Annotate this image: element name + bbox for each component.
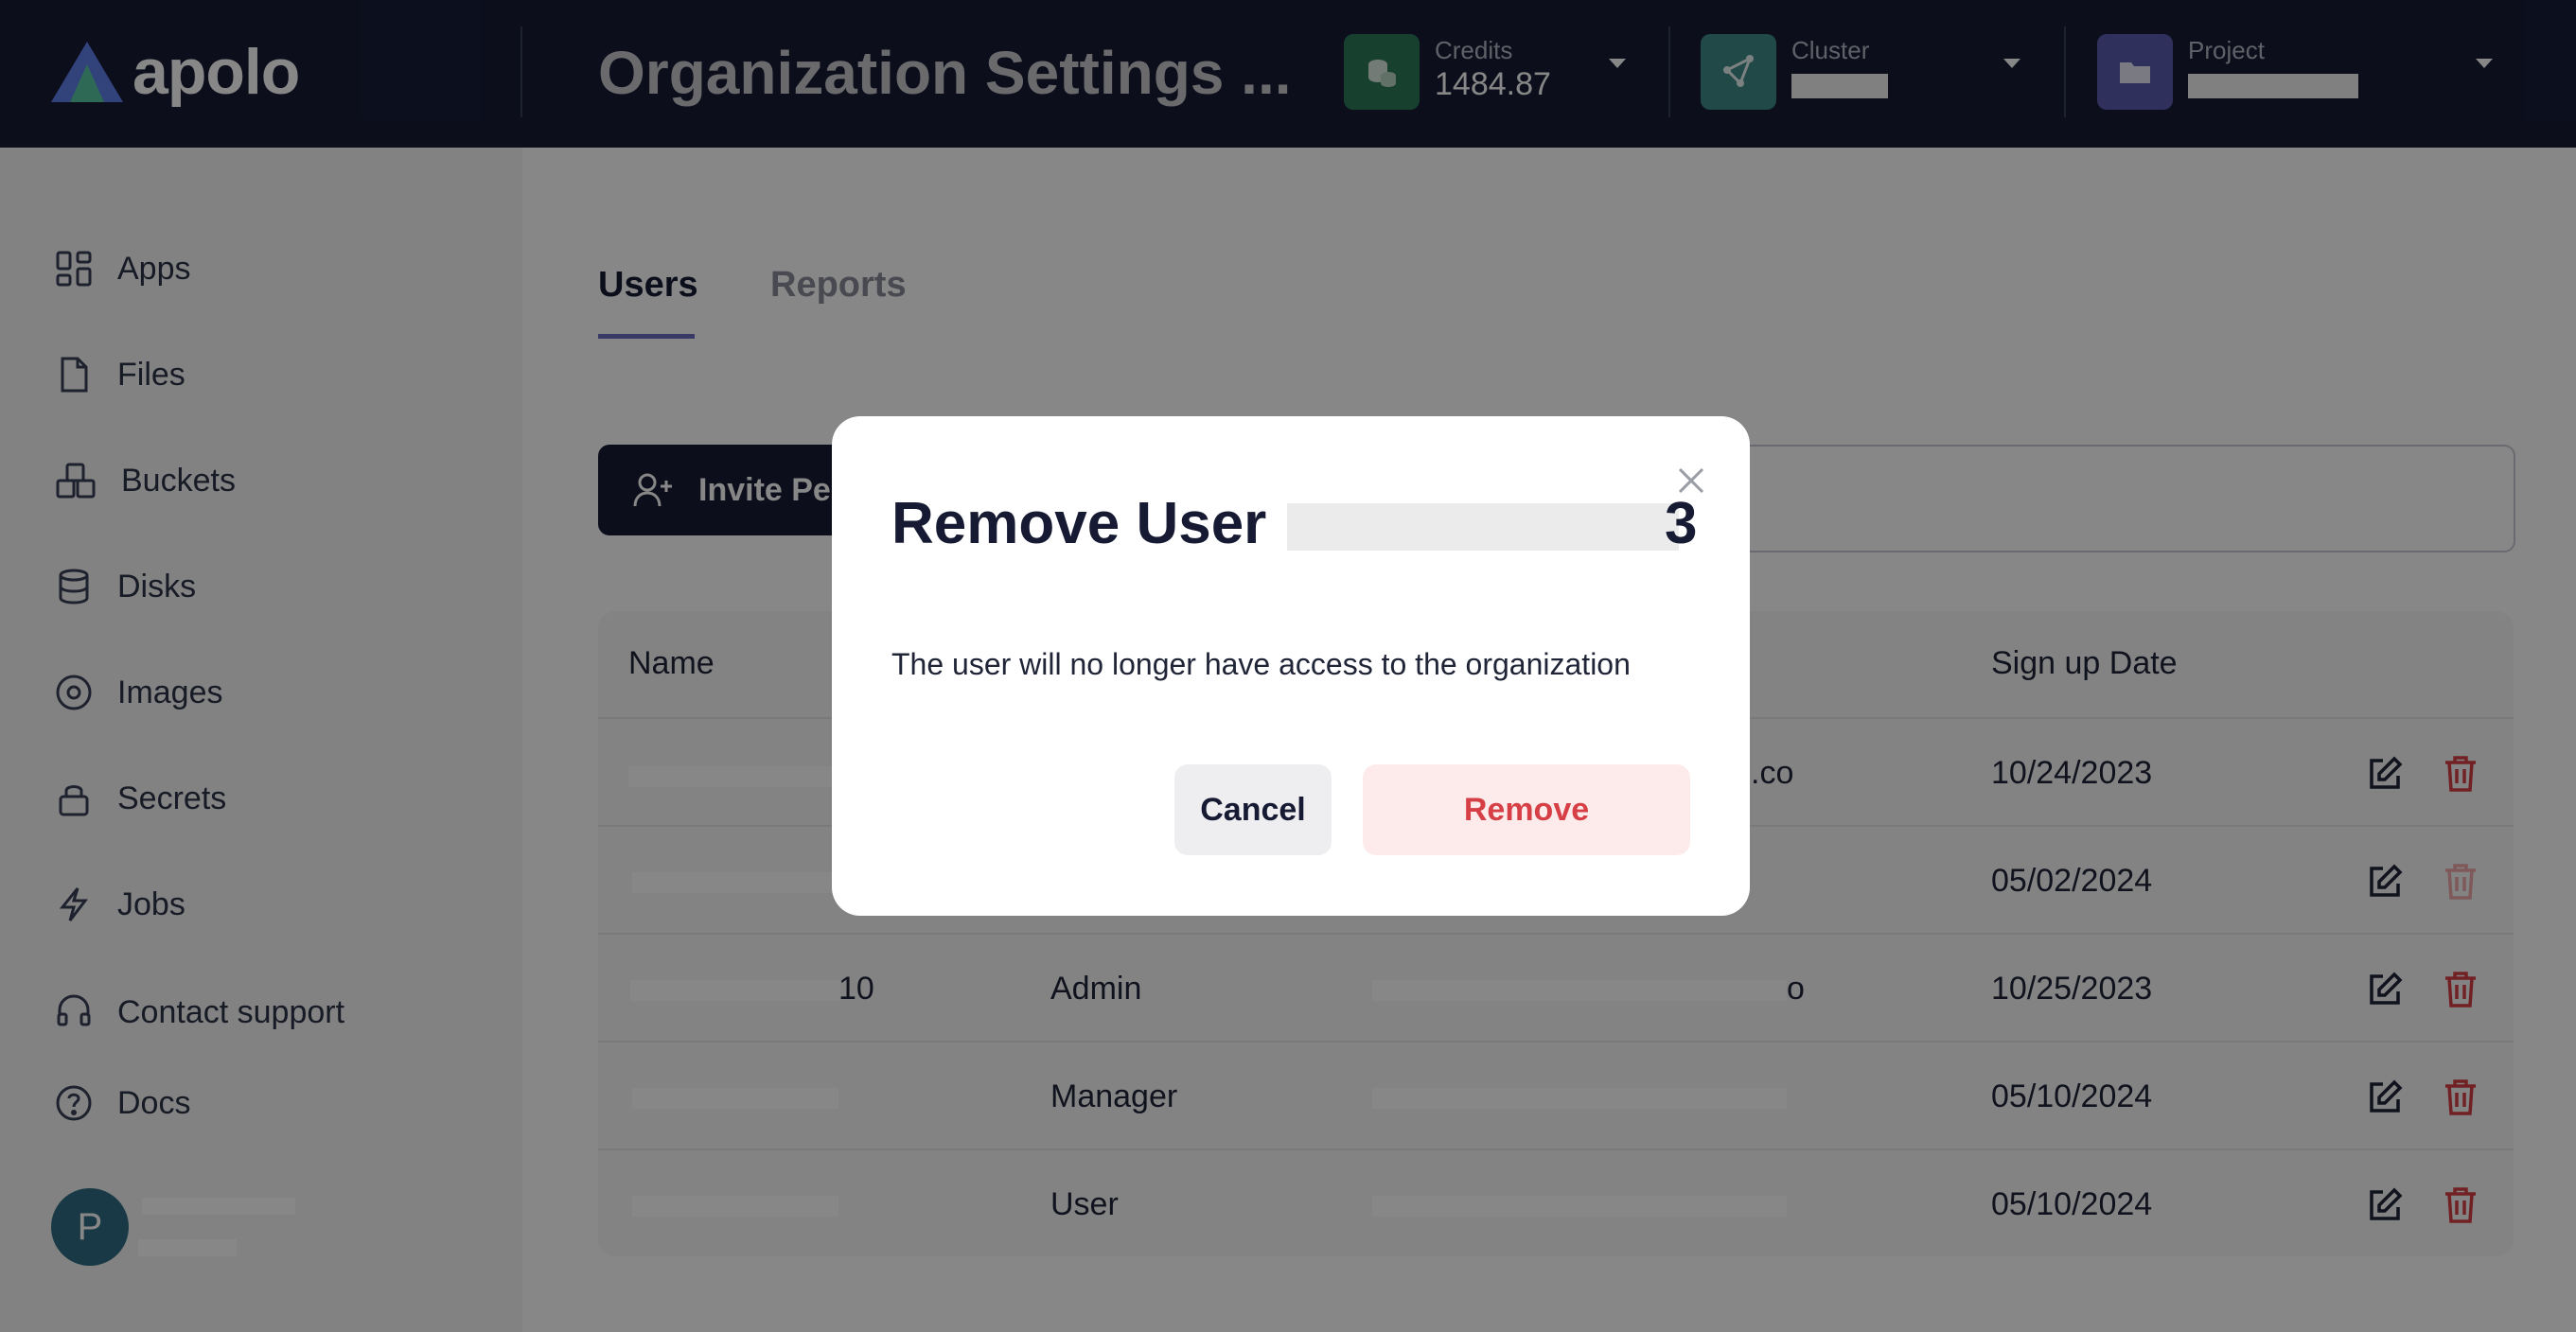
- dialog-title-text: Remove User: [891, 491, 1267, 556]
- redaction-bar: [1286, 503, 1679, 551]
- remove-user-dialog: Remove User 3 The user will no longer ha…: [832, 416, 1750, 916]
- dialog-title-tail: 3: [1665, 491, 1698, 556]
- cancel-button[interactable]: Cancel: [1174, 764, 1332, 855]
- remove-button[interactable]: Remove: [1363, 764, 1690, 855]
- dialog-message: The user will no longer have access to t…: [891, 647, 1631, 681]
- dialog-title: Remove User: [891, 490, 1679, 557]
